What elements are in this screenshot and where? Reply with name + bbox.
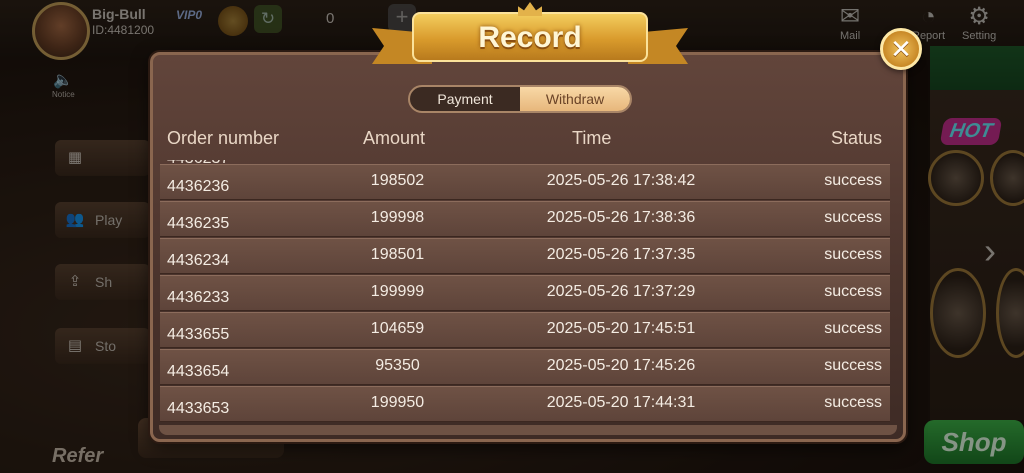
table-row: 4436236 198502 2025-05-26 17:38:42 success [160,164,890,200]
tab-withdraw[interactable]: Withdraw [520,87,630,111]
status-cell: success [824,320,882,337]
time-cell: 2025-05-20 17:45:51 [546,320,696,337]
time-cell: 2025-05-26 17:37:35 [546,246,696,263]
record-tabs: Payment Withdraw [408,85,632,113]
column-header-status: Status [830,128,882,148]
table-row: 4436234 198501 2025-05-26 17:37:35 success [160,238,890,274]
order-cell: 4436233 [167,289,230,306]
status-cell: success [824,283,882,300]
order-cell: 4433653 [167,400,230,417]
time-cell: 2025-05-20 17:44:31 [546,394,696,411]
amount-cell: 198502 [370,172,425,189]
close-button[interactable]: ✕ [880,28,922,70]
table-header: Order number Amount Time Status [160,128,890,152]
modal-bottom-edge [159,425,897,435]
status-cell: success [824,357,882,374]
table-row: 4436235 199998 2025-05-26 17:38:36 success [160,201,890,237]
column-header-time: Time [572,128,612,148]
status-cell: success [824,172,882,189]
time-cell: 2025-05-20 17:45:26 [546,357,696,374]
column-header-amount: Amount [363,128,426,148]
time-cell: 2025-05-26 17:37:29 [546,283,696,300]
modal-title: Record [412,12,648,62]
order-cell: 4433655 [167,326,230,343]
tab-payment[interactable]: Payment [410,87,520,111]
table-row: 4433653 199950 2025-05-20 17:44:31 success [160,386,890,422]
status-cell: success [824,246,882,263]
amount-cell: 199999 [370,283,425,300]
time-cell: 2025-05-26 17:38:36 [546,209,696,226]
time-cell: 2025-05-26 17:38:42 [546,172,696,189]
column-header-order: Order number [167,128,280,148]
table-row: 4436233 199999 2025-05-26 17:37:29 success [160,275,890,311]
amount-cell: 198501 [370,246,425,263]
order-cell: 4436234 [167,252,230,269]
status-cell: success [824,209,882,226]
order-cell: 4433654 [167,363,230,380]
record-list[interactable]: 4436237 44362361985022025-05-26 17:38:42… [160,160,890,426]
amount-cell: 199950 [370,394,425,411]
amount-cell: 104659 [370,320,425,337]
title-ribbon: Record [372,2,688,70]
order-cell: 4436236 [167,178,230,195]
amount-cell: 95350 [375,357,420,374]
status-cell: success [824,394,882,411]
table-row: 4433655 104659 2025-05-20 17:45:51 success [160,312,890,348]
close-icon: ✕ [890,34,912,64]
order-cell: 4436235 [167,215,230,232]
amount-cell: 199998 [370,209,425,226]
table-row: 4433654 95350 2025-05-20 17:45:26 success [160,349,890,385]
